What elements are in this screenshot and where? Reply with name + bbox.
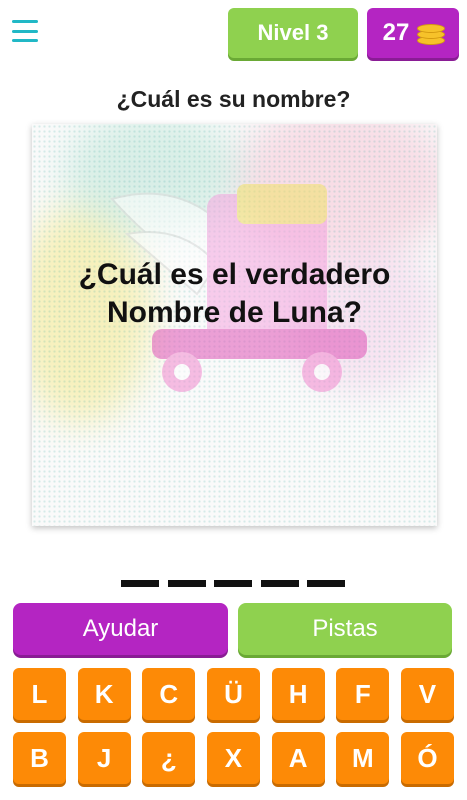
coins-count: 27 — [382, 19, 410, 46]
letter-key[interactable]: B — [13, 732, 66, 784]
question-image: ¿Cuál es el verdadero Nombre de Luna? — [32, 124, 437, 526]
letter-key[interactable]: ¿ — [142, 732, 196, 784]
letter-key[interactable]: M — [336, 732, 390, 784]
help-button[interactable]: Ayudar — [13, 603, 228, 655]
letter-key[interactable]: H — [271, 668, 325, 720]
letter-key[interactable]: Ó — [400, 732, 454, 784]
question-title: ¿Cuál es su nombre? — [116, 86, 351, 112]
coins-button[interactable]: 27 — [367, 8, 459, 58]
letter-key[interactable]: L — [13, 668, 66, 720]
keyboard-row-1: L K C Ü H F V — [13, 668, 454, 720]
letter-key[interactable]: F — [336, 668, 390, 720]
hamburger-menu-icon[interactable] — [12, 20, 38, 42]
letter-key[interactable]: K — [77, 668, 131, 720]
answer-slot[interactable] — [214, 580, 252, 587]
level-label: Nivel 3 — [257, 20, 329, 45]
help-button-label: Ayudar — [82, 615, 159, 642]
keyboard-row-2: B J ¿ X A M Ó — [13, 732, 454, 784]
answer-slots — [121, 580, 345, 588]
hints-button-label: Pistas — [312, 615, 378, 642]
letter-key[interactable]: A — [271, 732, 325, 784]
letter-key[interactable]: X — [206, 732, 260, 784]
answer-slot[interactable] — [121, 580, 159, 587]
letter-key[interactable]: Ü — [206, 668, 260, 720]
answer-slot[interactable] — [260, 580, 299, 587]
letter-keyboard: L K C Ü H F V B J ¿ X A M Ó — [13, 668, 454, 796]
answer-slot[interactable] — [307, 580, 345, 587]
question-card-text: ¿Cuál es el verdadero Nombre de Luna? — [78, 258, 391, 329]
letter-key[interactable]: V — [400, 668, 454, 720]
level-badge: Nivel 3 — [228, 8, 358, 58]
letter-key[interactable]: J — [77, 732, 131, 784]
answer-slot[interactable] — [167, 580, 206, 587]
hints-button[interactable]: Pistas — [238, 603, 452, 655]
letter-key[interactable]: C — [142, 668, 196, 720]
coin-stack-icon — [417, 22, 446, 45]
